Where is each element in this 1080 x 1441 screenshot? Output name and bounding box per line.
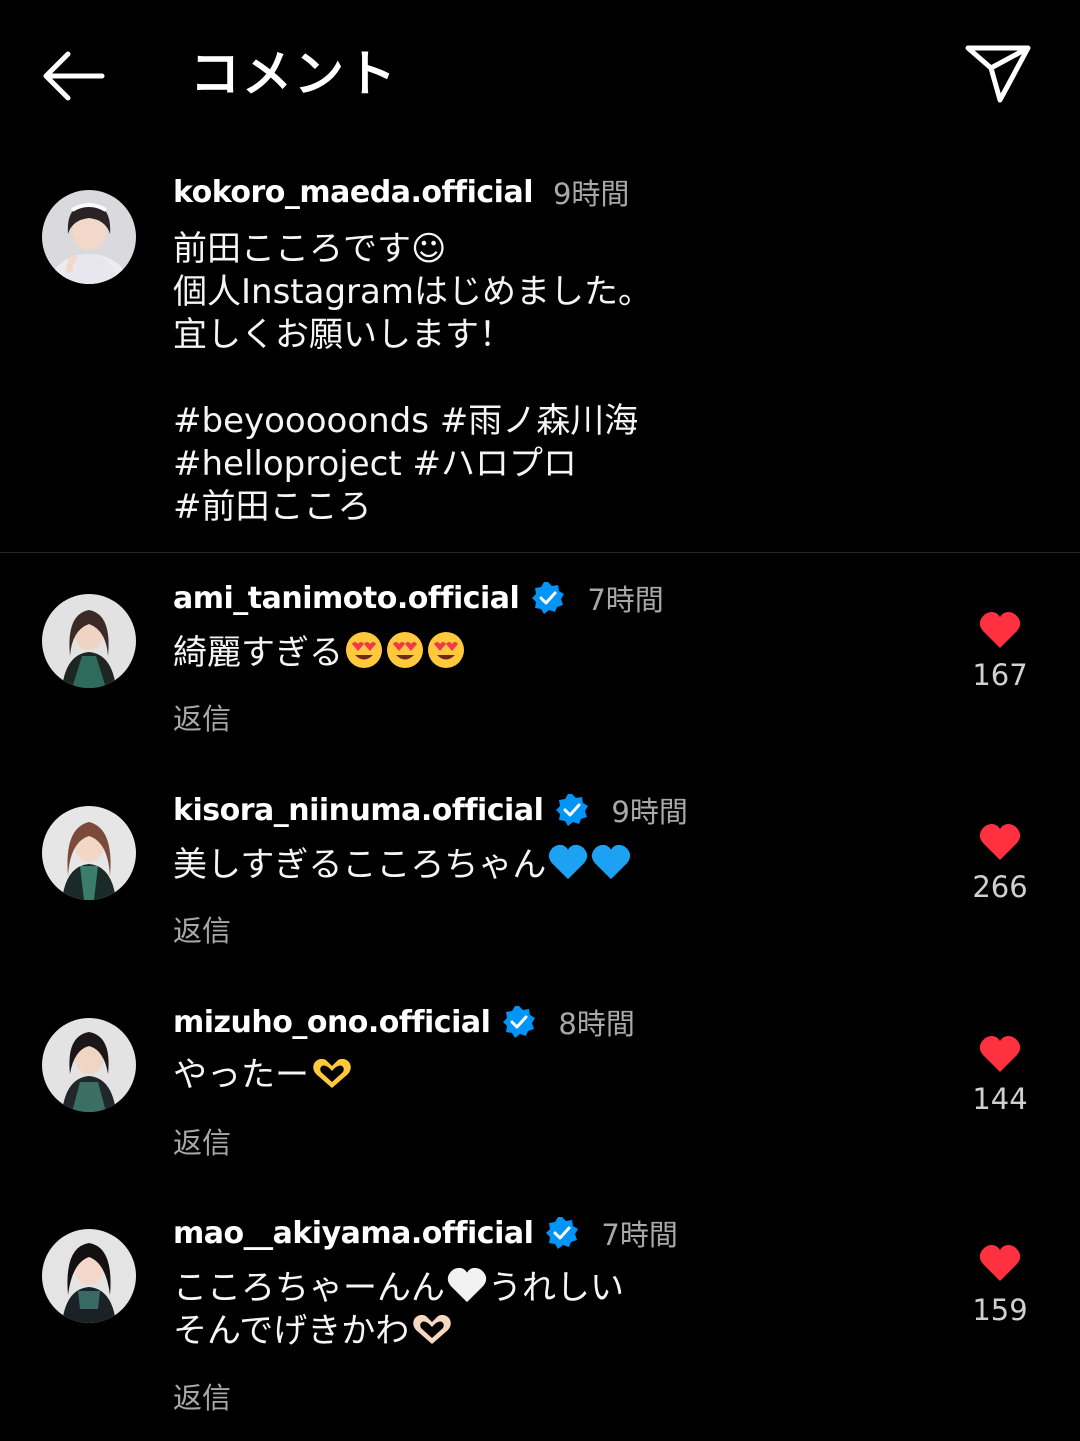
comment-body: そんでげきかわ — [173, 1311, 410, 1351]
username[interactable]: kisora_niinuma.official — [173, 793, 544, 828]
avatar-photo — [42, 1018, 136, 1112]
post-caption: kokoro_maeda.official 9時間 前田こころです☺︎ 個人In… — [0, 160, 1080, 552]
heart-icon[interactable] — [978, 822, 1022, 862]
caption-text: 前田こころです☺︎ 個人Instagramはじめました。 宜しくお願いします！ … — [173, 228, 652, 529]
heart-hands-emoji-icon — [413, 1314, 452, 1344]
divider — [0, 552, 1080, 553]
hashtag-link[interactable]: #beyooooonds — [173, 401, 429, 441]
reply-button[interactable]: 返信 — [173, 1120, 231, 1162]
comment-line: こころちゃーんん うれしい — [173, 1265, 624, 1310]
white-heart-emoji-icon — [447, 1267, 487, 1303]
avatar[interactable] — [42, 594, 136, 688]
back-arrow-icon — [43, 51, 105, 101]
comment-header: ami_tanimoto.official 7時間 — [173, 578, 664, 618]
blue-heart-emoji-icon — [549, 844, 588, 880]
heart-eyes-emoji-icon — [428, 632, 464, 668]
avatar-photo — [42, 806, 136, 900]
comment-line: そんでげきかわ — [173, 1310, 624, 1353]
avatar[interactable] — [42, 190, 136, 284]
hashtag-link[interactable]: #ハロプロ — [412, 444, 577, 484]
like-count[interactable]: 167 — [950, 658, 1050, 692]
reply-button[interactable]: 返信 — [173, 908, 231, 950]
verified-badge-icon — [532, 582, 565, 614]
avatar-photo — [42, 594, 136, 688]
avatar[interactable] — [42, 1018, 136, 1112]
hashtag-link[interactable]: #前田こころ — [173, 487, 372, 527]
comment-item: mizuho_ono.official 8時間 やったー 返信 144 — [0, 1002, 1080, 1202]
verified-badge-icon — [546, 1217, 579, 1249]
comment-text: 綺麗すぎる — [173, 630, 466, 675]
comment-header: mizuho_ono.official 8時間 — [173, 1002, 635, 1042]
timestamp: 7時間 — [601, 1218, 678, 1252]
comment-body: やったー — [173, 1055, 309, 1095]
caption-line: 宜しくお願いします！ — [173, 315, 513, 355]
username[interactable]: mizuho_ono.official — [173, 1005, 491, 1040]
comment-text: 美しすぎるこころちゃん — [173, 842, 632, 887]
caption-line: 前田こころです☺︎ — [173, 229, 447, 269]
comment-item: mao__akiyama.official 7時間 こころちゃーんん うれしい そ… — [0, 1213, 1080, 1441]
verified-badge-icon — [556, 794, 589, 826]
username[interactable]: kokoro_maeda.official — [173, 175, 533, 210]
hashtag-line: #前田こころ — [173, 486, 652, 529]
send-icon — [965, 45, 1031, 103]
comment-header: kisora_niinuma.official 9時間 — [173, 790, 688, 830]
caption-header: kokoro_maeda.official 9時間 — [173, 172, 629, 212]
hashtag-link[interactable]: #雨ノ森川海 — [440, 401, 639, 441]
comment-text: やったー — [173, 1054, 354, 1097]
share-button[interactable] — [962, 40, 1034, 106]
comment-body: 美しすぎるこころちゃん — [173, 845, 547, 885]
comment-item: kisora_niinuma.official 9時間 美しすぎるこころちゃん … — [0, 790, 1080, 990]
timestamp: 8時間 — [558, 1007, 635, 1041]
comment-body: うれしい — [488, 1268, 624, 1308]
timestamp: 9時間 — [552, 177, 630, 211]
heart-eyes-emoji-icon — [387, 632, 423, 668]
like-count[interactable]: 266 — [950, 870, 1050, 904]
avatar[interactable] — [42, 806, 136, 900]
hashtag-link[interactable]: #helloproject — [173, 444, 402, 484]
comment-item: ami_tanimoto.official 7時間 綺麗すぎる 返信 167 — [0, 578, 1080, 778]
verified-badge-icon — [503, 1006, 536, 1038]
username[interactable]: ami_tanimoto.official — [173, 581, 520, 616]
hashtag-line: #helloproject #ハロプロ — [173, 443, 652, 486]
heart-hands-emoji-icon — [313, 1058, 351, 1088]
timestamp: 7時間 — [587, 583, 664, 617]
avatar-photo — [42, 190, 136, 284]
heart-eyes-emoji-icon — [346, 632, 382, 668]
like-count[interactable]: 159 — [950, 1293, 1050, 1327]
back-button[interactable] — [38, 44, 110, 108]
comment-body: こころちゃーんん — [173, 1268, 445, 1308]
reply-button[interactable]: 返信 — [173, 1375, 231, 1417]
heart-icon[interactable] — [978, 1034, 1022, 1074]
comment-body: 綺麗すぎる — [173, 633, 343, 673]
comment-header: mao__akiyama.official 7時間 — [173, 1213, 678, 1253]
reply-button[interactable]: 返信 — [173, 696, 231, 738]
page-title: コメント — [190, 45, 398, 103]
hashtag-line: #beyooooonds #雨ノ森川海 — [173, 400, 652, 443]
top-bar: コメント — [0, 0, 1080, 150]
heart-icon[interactable] — [978, 610, 1022, 650]
comment-text: こころちゃーんん うれしい そんでげきかわ — [173, 1265, 624, 1353]
like-count[interactable]: 144 — [950, 1082, 1050, 1116]
avatar-photo — [42, 1229, 136, 1323]
timestamp: 9時間 — [611, 795, 688, 829]
caption-line: 個人Instagramはじめました。 — [173, 272, 652, 312]
username[interactable]: mao__akiyama.official — [173, 1216, 534, 1251]
heart-icon[interactable] — [978, 1243, 1022, 1283]
avatar[interactable] — [42, 1229, 136, 1323]
blue-heart-emoji-icon — [592, 844, 631, 880]
